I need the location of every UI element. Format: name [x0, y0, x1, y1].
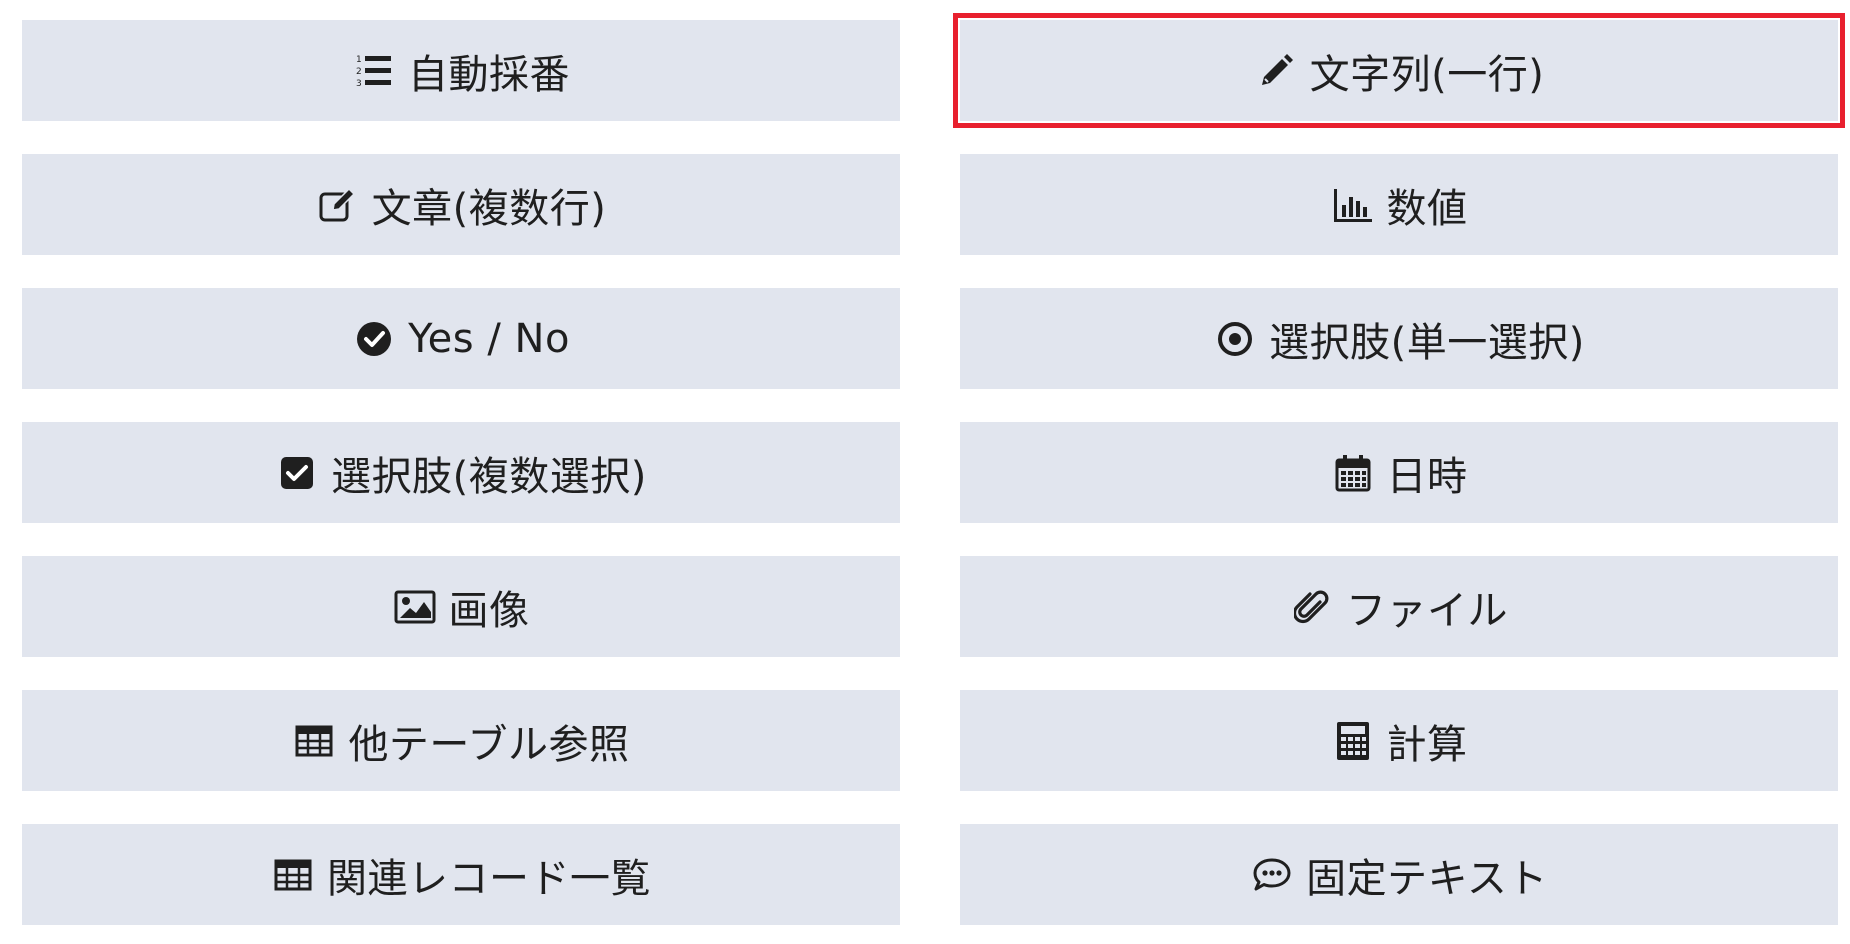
- table-icon: [271, 853, 315, 897]
- number-button[interactable]: 数値: [960, 154, 1838, 255]
- list-ol-icon: 1 2 3: [352, 49, 396, 93]
- calculator-icon: [1331, 719, 1375, 763]
- calc-button[interactable]: 計算: [960, 690, 1838, 791]
- calc-label: 計算: [1386, 721, 1468, 768]
- select-multi-button[interactable]: 選択肢(複数選択): [22, 422, 900, 523]
- file-label: ファイル: [1346, 587, 1508, 634]
- select-single-button[interactable]: 選択肢(単一選択): [960, 288, 1838, 389]
- image-icon: [393, 585, 437, 629]
- text-single-label: 文字列(一行): [1309, 51, 1545, 98]
- svg-text:2: 2: [356, 67, 362, 77]
- bar-chart-icon: [1331, 183, 1375, 227]
- file-button[interactable]: ファイル: [960, 556, 1838, 657]
- field-type-grid: 1 2 3 自動採番 文字列(一行) 文章(複数行) 数値 Yes / No 選…: [22, 13, 1845, 925]
- related-list-button[interactable]: 関連レコード一覧: [22, 824, 900, 925]
- text-multi-label: 文章(複数行): [371, 185, 607, 232]
- comment-icon: [1250, 853, 1294, 897]
- table-icon: [292, 719, 336, 763]
- text-single-button[interactable]: 文字列(一行): [953, 13, 1845, 128]
- yes-no-button[interactable]: Yes / No: [22, 288, 900, 389]
- pencil-icon: [1254, 49, 1298, 93]
- check-circle-icon: [352, 317, 396, 361]
- datetime-label: 日時: [1386, 453, 1468, 500]
- edit-icon: [316, 183, 360, 227]
- paperclip-icon: [1290, 585, 1334, 629]
- fixed-text-button[interactable]: 固定テキスト: [960, 824, 1838, 925]
- calendar-icon: [1331, 451, 1375, 495]
- yes-no-label: Yes / No: [408, 315, 570, 362]
- fixed-text-label: 固定テキスト: [1306, 855, 1548, 902]
- auto-number-button[interactable]: 1 2 3 自動採番: [22, 20, 900, 121]
- number-label: 数値: [1386, 185, 1468, 232]
- checkbox-icon: [275, 451, 319, 495]
- radio-icon: [1213, 317, 1257, 361]
- select-multi-label: 選択肢(複数選択): [331, 453, 647, 500]
- related-list-label: 関連レコード一覧: [327, 855, 651, 902]
- image-button[interactable]: 画像: [22, 556, 900, 657]
- select-single-label: 選択肢(単一選択): [1269, 319, 1585, 366]
- table-ref-button[interactable]: 他テーブル参照: [22, 690, 900, 791]
- table-ref-label: 他テーブル参照: [348, 721, 630, 768]
- svg-text:3: 3: [356, 79, 362, 89]
- image-label: 画像: [448, 587, 530, 634]
- datetime-button[interactable]: 日時: [960, 422, 1838, 523]
- svg-text:1: 1: [356, 55, 362, 65]
- auto-number-label: 自動採番: [408, 51, 570, 98]
- text-multi-button[interactable]: 文章(複数行): [22, 154, 900, 255]
